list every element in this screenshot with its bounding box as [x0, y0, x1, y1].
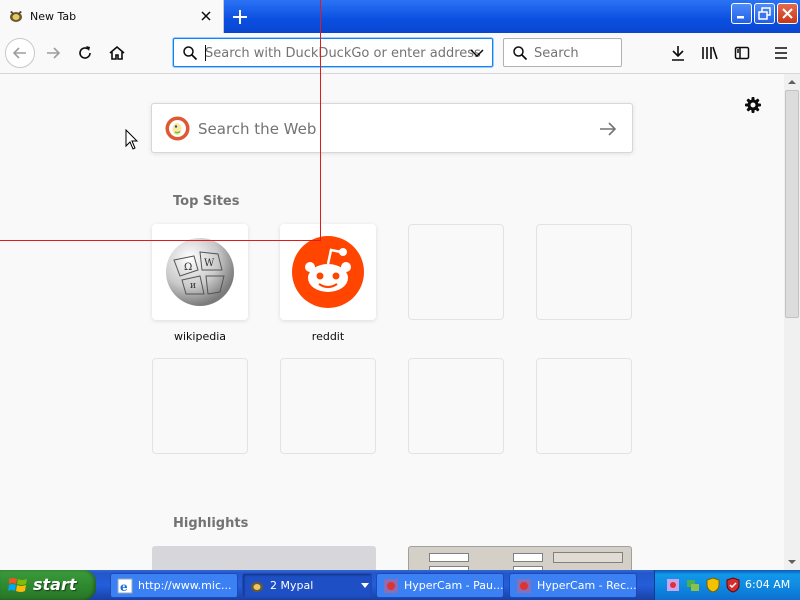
svg-text:e: e — [120, 580, 128, 594]
navigation-toolbar: Search with DuckDuckGo or enter address … — [0, 33, 800, 74]
web-search-box[interactable]: Search the Web — [151, 103, 633, 153]
new-tab-page: Search the Web Top Sites Ω W и wikipedia — [0, 74, 784, 570]
mypal-icon — [10, 11, 22, 22]
top-site-wikipedia[interactable]: Ω W и — [152, 224, 248, 320]
network-icon[interactable] — [685, 577, 701, 593]
search-icon — [513, 46, 528, 61]
highlight-card-hypercam-thumbnail[interactable] — [408, 546, 632, 570]
hypercam-icon — [384, 579, 398, 593]
sidebar-button[interactable] — [728, 39, 756, 67]
top-site-empty-slot[interactable] — [408, 358, 504, 454]
mypal-icon — [251, 582, 263, 592]
scrollbar-thumb[interactable] — [785, 90, 799, 318]
wikipedia-globe-icon: Ω W и — [166, 238, 234, 306]
taskbar-item-label: HyperCam - Rec... — [537, 579, 637, 592]
windows-logo-icon — [8, 578, 27, 592]
text-caret — [205, 45, 206, 61]
tab-bar: New Tab — [0, 0, 800, 33]
gear-icon[interactable] — [743, 95, 763, 115]
start-label: start — [33, 575, 77, 594]
new-tab-icon[interactable] — [229, 6, 251, 28]
search-bar-placeholder: Search — [534, 46, 579, 61]
tab-title: New Tab — [30, 10, 77, 23]
web-search-placeholder: Search the Web — [198, 120, 317, 138]
hamburger-menu-icon — [775, 47, 787, 59]
top-site-reddit[interactable] — [280, 224, 376, 320]
highlight-card[interactable] — [152, 546, 376, 570]
chevron-down-icon — [361, 583, 369, 588]
restore-icon — [758, 7, 771, 20]
hypercam-icon — [517, 579, 531, 593]
taskbar-item-hypercam-recording[interactable]: HyperCam - Rec... — [509, 573, 637, 598]
highlights-heading: Highlights — [173, 516, 249, 531]
top-site-empty-slot[interactable] — [536, 224, 632, 320]
top-site-label: reddit — [311, 330, 345, 343]
downloads-button[interactable] — [664, 39, 692, 67]
svg-text:Ω: Ω — [184, 262, 192, 273]
sidebar-icon — [734, 46, 750, 60]
back-button[interactable] — [5, 38, 35, 68]
mouse-cursor-icon — [125, 129, 139, 150]
hypercam-tray-icon[interactable] — [665, 577, 681, 593]
svg-text:и: и — [190, 281, 196, 291]
reddit-alien-icon — [292, 236, 364, 308]
system-tray: 6:04 AM — [654, 570, 800, 600]
scroll-up-arrow-icon[interactable] — [784, 74, 800, 90]
top-site-empty-slot[interactable] — [408, 224, 504, 320]
start-button[interactable]: start — [0, 570, 96, 600]
antivirus-shield-icon[interactable] — [725, 577, 741, 593]
top-site-empty-slot[interactable] — [152, 358, 248, 454]
taskbar-item-label: HyperCam - Pau... — [404, 579, 504, 592]
windows-taskbar: start e http://www.mic... 2 Mypal HyperC… — [0, 570, 800, 600]
back-arrow-icon — [12, 47, 26, 59]
tab-new-tab[interactable]: New Tab — [0, 0, 224, 33]
chevron-down-icon[interactable] — [470, 48, 484, 58]
scroll-down-arrow-icon[interactable] — [784, 554, 800, 570]
svg-text:W: W — [204, 258, 215, 269]
menu-button[interactable] — [767, 39, 795, 67]
top-sites-heading: Top Sites — [173, 194, 240, 209]
taskbar-item-hypercam-paused[interactable]: HyperCam - Pau... — [376, 573, 504, 598]
security-shield-icon[interactable] — [705, 577, 721, 593]
minimize-button[interactable] — [731, 3, 752, 24]
search-icon — [183, 46, 198, 61]
taskbar-item-label: http://www.mic... — [138, 579, 232, 592]
home-button[interactable] — [103, 39, 131, 67]
restore-button[interactable] — [754, 3, 775, 24]
minimize-icon — [737, 16, 744, 19]
reload-button[interactable] — [71, 39, 99, 67]
internet-explorer-icon: e — [117, 578, 133, 594]
close-tab-icon[interactable] — [198, 8, 214, 24]
vertical-scrollbar[interactable] — [784, 74, 800, 570]
top-site-label: wikipedia — [173, 330, 226, 343]
forward-button[interactable] — [39, 39, 67, 67]
reload-icon — [79, 46, 91, 59]
search-bar[interactable]: Search — [503, 38, 622, 67]
address-bar-placeholder: Search with DuckDuckGo or enter address — [205, 46, 481, 61]
top-site-empty-slot[interactable] — [280, 358, 376, 454]
duckduckgo-icon — [165, 116, 190, 141]
top-site-empty-slot[interactable] — [536, 358, 632, 454]
forward-arrow-icon — [47, 47, 61, 59]
arrow-right-icon[interactable] — [598, 119, 618, 139]
taskbar-item-mypal[interactable]: 2 Mypal — [242, 573, 372, 598]
address-bar[interactable]: Search with DuckDuckGo or enter address — [173, 38, 493, 67]
library-icon — [702, 46, 718, 60]
region-selection-line — [0, 240, 321, 241]
taskbar-item-label: 2 Mypal — [270, 579, 314, 592]
taskbar-item-ie[interactable]: e http://www.mic... — [110, 573, 238, 598]
download-icon — [672, 46, 684, 61]
home-icon — [109, 45, 125, 60]
region-selection-line — [320, 0, 321, 241]
library-button[interactable] — [696, 39, 724, 67]
close-icon — [782, 8, 793, 19]
close-window-button[interactable] — [777, 3, 798, 24]
system-clock: 6:04 AM — [745, 578, 791, 591]
